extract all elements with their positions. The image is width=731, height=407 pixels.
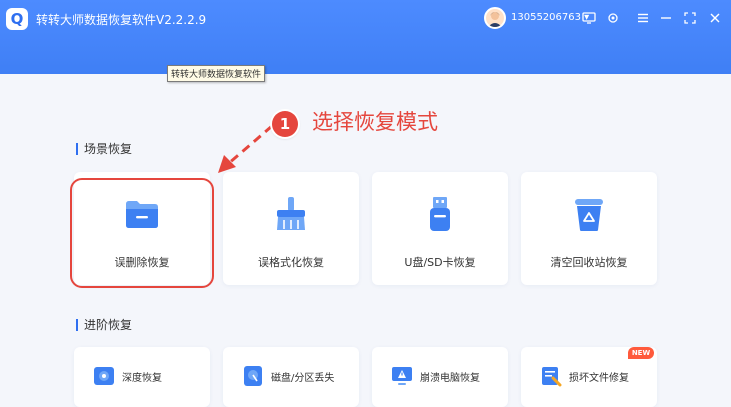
app-title: 转转大师数据恢复软件V2.2.2.9 <box>36 13 207 27</box>
crashed-pc-icon <box>390 364 414 388</box>
card-label: 清空回收站恢复 <box>550 256 628 269</box>
advanced-recovery-heading: 进阶恢复 <box>76 319 132 331</box>
user-account-dropdown[interactable]: 13055206763 ▾ <box>511 12 589 23</box>
minimize-icon[interactable] <box>659 11 673 25</box>
settings-icon[interactable] <box>606 11 620 25</box>
card-label: 磁盘/分区丢失 <box>271 373 335 384</box>
usb-drive-icon <box>420 194 460 234</box>
format-recovery-card[interactable]: 误格式化恢复 <box>223 172 359 285</box>
new-badge: NEW <box>628 347 654 359</box>
disk-icon <box>241 364 265 388</box>
maximize-icon[interactable] <box>683 11 697 25</box>
annotation-arrow <box>212 120 282 180</box>
deep-scan-icon <box>92 364 116 388</box>
step-number-badge: 1 <box>272 111 298 137</box>
file-repair-icon <box>539 364 563 388</box>
deep-recovery-card[interactable]: 深度恢复 <box>74 347 210 407</box>
broom-icon <box>271 194 311 234</box>
crashed-pc-recovery-card[interactable]: 崩溃电脑恢复 <box>372 347 508 407</box>
card-label: 误格式化恢复 <box>258 256 324 269</box>
card-label: 损坏文件修复 <box>569 373 629 384</box>
usb-sd-recovery-card[interactable]: U盘/SD卡恢复 <box>372 172 508 285</box>
partition-recovery-card[interactable]: 磁盘/分区丢失 <box>223 347 359 407</box>
user-avatar[interactable] <box>484 7 506 29</box>
card-label: U盘/SD卡恢复 <box>404 256 476 269</box>
selection-highlight <box>70 178 214 288</box>
scene-recovery-heading: 场景恢复 <box>76 143 132 155</box>
recycle-bin-icon <box>569 194 609 234</box>
feedback-icon[interactable] <box>582 11 596 25</box>
menu-icon[interactable] <box>636 11 650 25</box>
recycle-bin-recovery-card[interactable]: 清空回收站恢复 <box>521 172 657 285</box>
card-label: 崩溃电脑恢复 <box>420 373 480 384</box>
card-label: 深度恢复 <box>122 373 162 384</box>
app-title-tooltip: 转转大师数据恢复软件 <box>167 65 266 82</box>
title-bar: Q 转转大师数据恢复软件V2.2.2.9 13055206763 ▾ <box>0 0 731 74</box>
annotation-text: 选择恢复模式 <box>312 110 438 134</box>
app-logo-icon: Q <box>6 8 28 30</box>
close-icon[interactable] <box>708 11 722 25</box>
